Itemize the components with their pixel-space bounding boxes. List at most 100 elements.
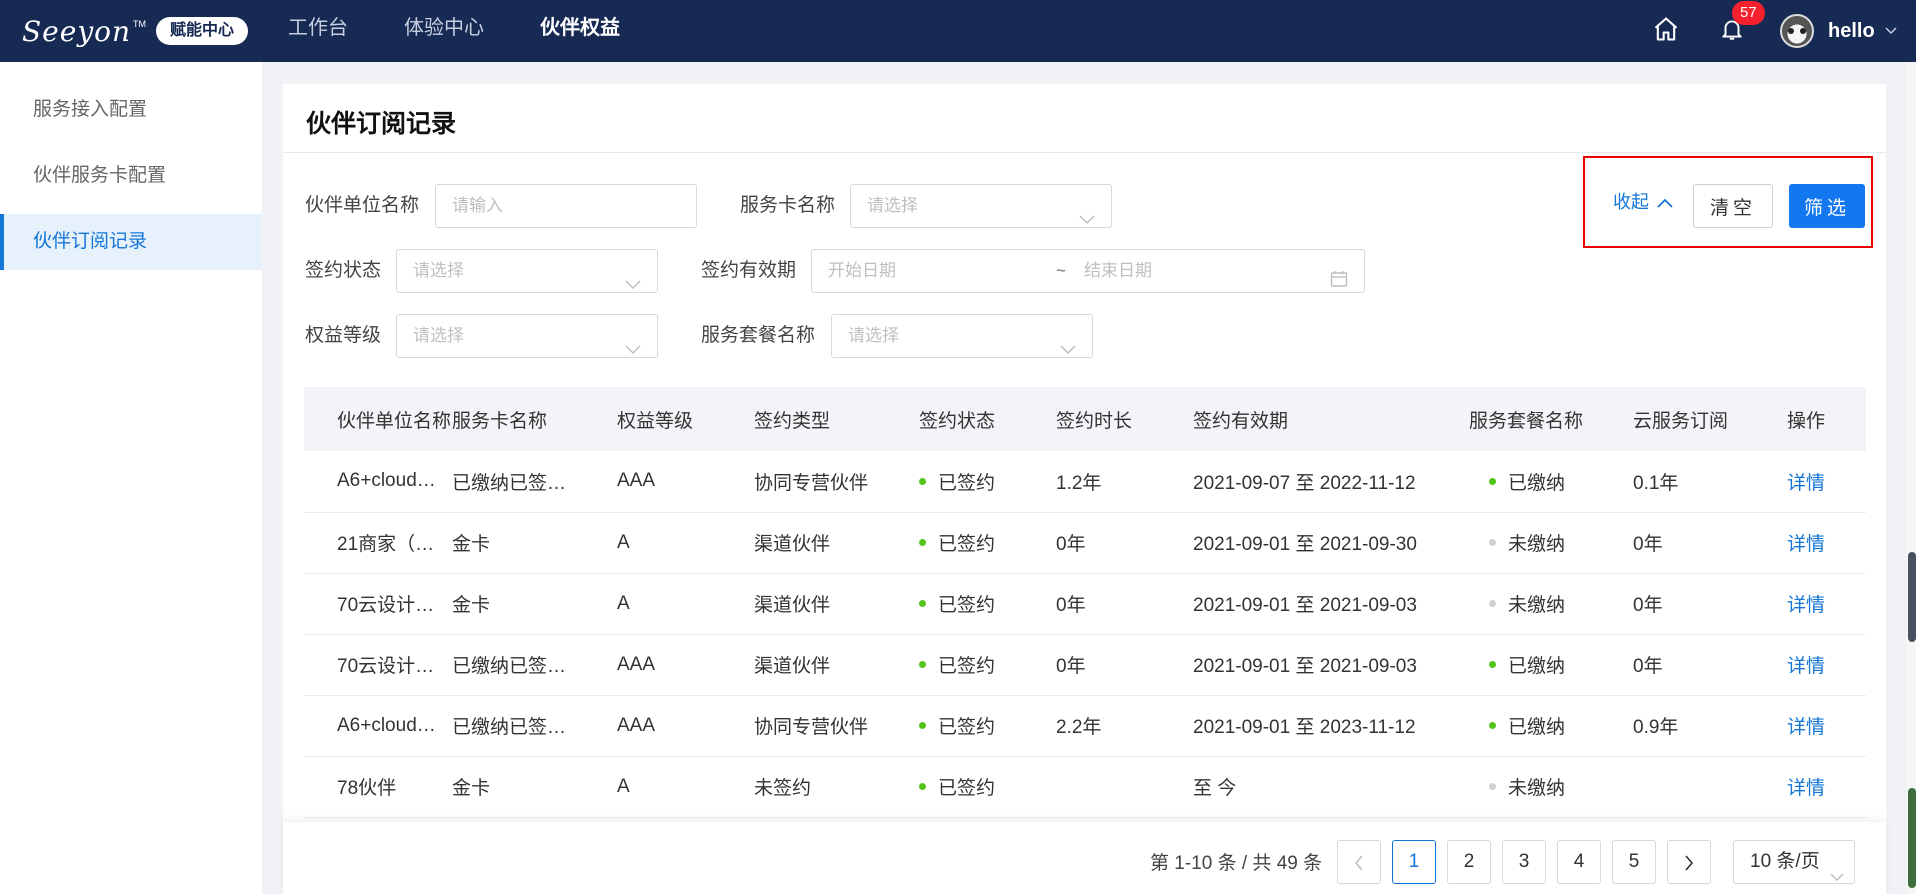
- table-row: A6+cloud… 已缴纳已签… AAA 协同专营伙伴 已签约 2.2年 202…: [304, 695, 1866, 757]
- col-header-sign-status[interactable]: 签约状态: [919, 387, 1056, 451]
- table-row: 21商家（… 金卡 A 渠道伙伴 已签约 0年 2021-09-01 至 202…: [304, 512, 1866, 574]
- user-menu[interactable]: hello: [1780, 0, 1897, 62]
- col-header-partner-unit[interactable]: 伙伴单位名称: [304, 387, 452, 451]
- package-text: 已缴纳: [1508, 472, 1566, 494]
- rights-level-select[interactable]: 请选择: [396, 314, 658, 358]
- page-1[interactable]: 1: [1392, 840, 1436, 884]
- col-header-service-card[interactable]: 服务卡名称: [452, 387, 617, 451]
- prev-page-button[interactable]: [1337, 840, 1381, 884]
- cell-sign-type: 协同专营伙伴: [754, 451, 919, 513]
- topnav-experience-center[interactable]: 体验中心: [404, 0, 484, 62]
- title-divider: [283, 152, 1886, 153]
- package-text: 已缴纳: [1508, 656, 1566, 677]
- sidebar: 服务接入配置 伙伴服务卡配置 伙伴订阅记录: [0, 62, 262, 894]
- cell-cloud-subscription: [1633, 756, 1753, 818]
- sidebar-item-service-access[interactable]: 服务接入配置: [0, 82, 262, 138]
- chevron-down-icon: [625, 264, 641, 306]
- topnav-workbench[interactable]: 工作台: [288, 0, 348, 62]
- start-date-input[interactable]: 开始日期: [828, 250, 896, 292]
- detail-link[interactable]: 详情: [1787, 473, 1825, 494]
- clear-button[interactable]: 清空: [1693, 184, 1773, 228]
- cell-cloud-subscription: 0年: [1633, 634, 1753, 696]
- logo-text: Seeyon: [22, 14, 132, 48]
- sidebar-item-subscription-records[interactable]: 伙伴订阅记录: [0, 214, 262, 270]
- package-text: 已缴纳: [1508, 717, 1566, 738]
- package-dot: [1489, 783, 1496, 791]
- sidebar-item-service-card-config[interactable]: 伙伴服务卡配置: [0, 148, 262, 204]
- cell-sign-type: 协同专营伙伴: [754, 695, 919, 757]
- cell-partner-unit: 70云设计…: [304, 634, 452, 696]
- collapse-filters-link[interactable]: 收起: [1613, 186, 1673, 218]
- cell-sign-status: 已签约: [919, 512, 1056, 574]
- status-text: 已签约: [938, 778, 996, 799]
- cell-validity: 至 今: [1193, 756, 1469, 818]
- end-date-input[interactable]: 结束日期: [1084, 250, 1152, 292]
- package-label: 服务套餐名称: [701, 325, 816, 346]
- sign-status-select[interactable]: 请选择: [396, 249, 658, 293]
- page-5[interactable]: 5: [1612, 840, 1656, 884]
- cell-service-card: 已缴纳已签…: [452, 634, 617, 696]
- table-row: A6+cloud… 已缴纳已签… AAA 协同专营伙伴 已签约 1.2年 202…: [304, 451, 1866, 513]
- detail-link[interactable]: 详情: [1787, 595, 1825, 616]
- page-3[interactable]: 3: [1502, 840, 1546, 884]
- col-header-package[interactable]: 服务套餐名称: [1469, 387, 1633, 451]
- page-4[interactable]: 4: [1557, 840, 1601, 884]
- package-dot: [1489, 600, 1496, 608]
- cell-actions: 详情: [1753, 451, 1866, 513]
- service-card-label: 服务卡名称: [740, 195, 836, 216]
- partner-unit-label: 伙伴单位名称: [305, 195, 420, 216]
- cell-rights-level: AAA: [617, 451, 754, 513]
- status-text: 已签约: [938, 717, 996, 738]
- cell-package: 未缴纳: [1469, 573, 1633, 635]
- cell-service-card: 已缴纳已签…: [452, 695, 617, 757]
- table-row: 70云设计… 金卡 A 渠道伙伴 已签约 0年 2021-09-01 至 202…: [304, 573, 1866, 635]
- notification-button[interactable]: 57: [1714, 0, 1765, 62]
- calendar-icon: [1330, 262, 1348, 304]
- col-header-sign-duration[interactable]: 签约时长: [1056, 387, 1193, 451]
- package-select[interactable]: 请选择: [831, 314, 1093, 358]
- topnav-partner-rights[interactable]: 伙伴权益: [540, 0, 620, 62]
- cell-partner-unit: A6+cloud…: [304, 451, 452, 513]
- detail-link[interactable]: 详情: [1787, 656, 1825, 677]
- page-title: 伙伴订阅记录: [306, 110, 457, 138]
- validity-label: 签约有效期: [701, 260, 797, 281]
- package-text: 未缴纳: [1508, 534, 1566, 555]
- cell-rights-level: A: [617, 756, 754, 818]
- status-text: 已签约: [938, 656, 996, 677]
- cell-package: 已缴纳: [1469, 451, 1633, 513]
- cell-sign-status: 已签约: [919, 756, 1056, 818]
- filter-button[interactable]: 筛选: [1789, 184, 1865, 228]
- service-card-select[interactable]: 请选择: [850, 184, 1112, 228]
- col-header-rights-level[interactable]: 权益等级: [617, 387, 754, 451]
- chevron-down-icon: [1060, 329, 1076, 371]
- cell-actions: 详情: [1753, 573, 1866, 635]
- table-row: 78伙伴 金卡 A 未签约 已签约 至 今 未缴纳 详情: [304, 756, 1866, 818]
- cell-partner-unit: 70云设计…: [304, 573, 452, 635]
- detail-link[interactable]: 详情: [1787, 778, 1825, 799]
- chevron-down-icon: [1079, 199, 1095, 241]
- scrollbar-thumb[interactable]: [1908, 552, 1916, 642]
- col-header-validity[interactable]: 签约有效期: [1193, 387, 1469, 451]
- cell-validity: 2021-09-01 至 2023-11-12: [1193, 695, 1469, 757]
- col-header-sign-type[interactable]: 签约类型: [754, 387, 919, 451]
- package-text: 未缴纳: [1508, 778, 1566, 799]
- page-size-select[interactable]: 10 条/页: [1733, 840, 1855, 884]
- col-header-cloud-subscription[interactable]: 云服务订阅: [1633, 387, 1753, 451]
- next-page-button[interactable]: [1667, 840, 1711, 884]
- package-dot: [1489, 722, 1496, 730]
- detail-link[interactable]: 详情: [1787, 717, 1825, 738]
- validity-range-picker[interactable]: 开始日期 ~ 结束日期: [811, 249, 1365, 293]
- page-2[interactable]: 2: [1447, 840, 1491, 884]
- chevron-up-icon: [1649, 186, 1673, 218]
- page-scrollbar[interactable]: [1906, 62, 1916, 894]
- chevron-down-icon: [625, 329, 641, 371]
- filter-actions-highlight: 收起 清空 筛选: [1583, 156, 1873, 248]
- detail-link[interactable]: 详情: [1787, 534, 1825, 555]
- package-text: 未缴纳: [1508, 595, 1566, 616]
- partner-unit-input[interactable]: 请输入: [435, 184, 697, 228]
- cell-cloud-subscription: 0年: [1633, 512, 1753, 574]
- seeyon-logo[interactable]: Seeyon TM 赋能中心: [22, 14, 249, 48]
- scrollbar-thumb-secondary[interactable]: [1908, 788, 1916, 888]
- home-button[interactable]: [1648, 0, 1684, 62]
- status-dot: [919, 722, 926, 730]
